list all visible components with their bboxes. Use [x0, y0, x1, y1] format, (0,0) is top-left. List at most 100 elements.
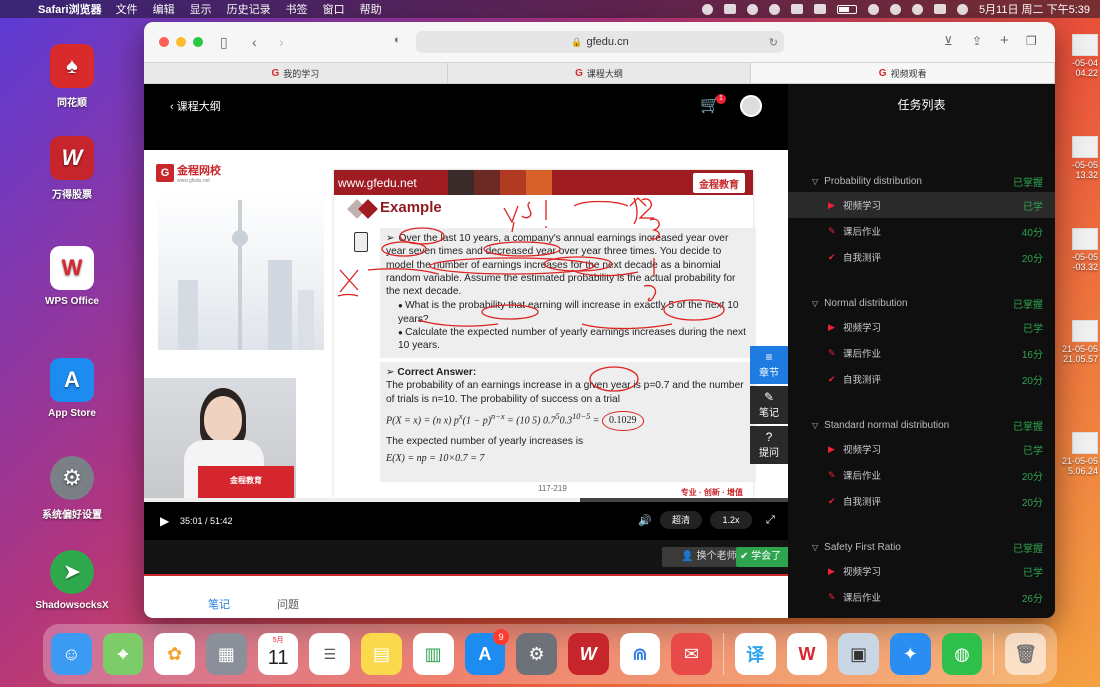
reload-icon[interactable]: ↻	[769, 36, 778, 49]
close-window-button[interactable]	[159, 37, 169, 47]
desktop-screenshot-file[interactable]: 21-05-05 21.05.57	[1050, 320, 1098, 364]
desktop-screenshot-file[interactable]: 21-05-05 5.06.24	[1050, 432, 1098, 476]
task-item[interactable]: ✔自我测评20分	[788, 366, 1055, 392]
notes-button[interactable]: ✎ 笔记	[750, 386, 788, 424]
tab-my-learning[interactable]: G 我的学习	[144, 63, 448, 83]
fullscreen-icon[interactable]: ⤢	[766, 514, 775, 527]
wechat-icon[interactable]: ◍	[941, 633, 983, 675]
desktop-icon-tonghuashun[interactable]: ♠ 同花顺	[26, 44, 118, 109]
share-icon[interactable]: ⇪	[972, 34, 982, 48]
desktop-icon-wind[interactable]: W 万得股票	[26, 136, 118, 201]
ask-question-button[interactable]: ? 提问	[750, 426, 788, 464]
desktop-icon-wps[interactable]: W WPS Office	[26, 246, 118, 307]
desktop-icon-label: 同花顺	[57, 98, 87, 109]
task-item[interactable]: ✎ 课后作业 16分	[788, 340, 1055, 366]
play-status-icon[interactable]	[746, 3, 758, 15]
sidebar-icon[interactable]: ▯	[220, 34, 228, 51]
pencil-icon: ✎	[828, 347, 836, 358]
control-center-icon[interactable]	[933, 4, 946, 14]
desktop-icon-system-preferences[interactable]: ⚙ 系统偏好设置	[26, 456, 118, 521]
task-item[interactable]: ▶ 视频学习 已学	[788, 558, 1055, 584]
menu-clock[interactable]: 5月11日 周二 下午5:39	[979, 1, 1090, 17]
tab-video-watch[interactable]: G 视频观看	[751, 63, 1055, 83]
moon-icon[interactable]	[768, 3, 780, 15]
quality-button[interactable]: 超清	[660, 511, 702, 529]
video-frame[interactable]: G 金程网校 www.gfedu.net 金程教育 www.gfedu.net 金…	[144, 150, 788, 498]
task-section-header[interactable]: ▽ Probability distribution 已掌握	[788, 170, 1055, 192]
menu-history[interactable]: 历史记录	[227, 1, 271, 17]
mail-icon[interactable]: ✉	[671, 633, 712, 675]
menu-window[interactable]: 窗口	[323, 1, 345, 17]
zoom-window-button[interactable]	[193, 37, 203, 47]
task-item[interactable]: ✎ 课后作业 20分	[788, 462, 1055, 488]
menu-view[interactable]: 显示	[190, 1, 212, 17]
back-arrow-icon[interactable]: ‹	[252, 34, 257, 50]
finder-icon[interactable]: ☺	[51, 633, 92, 675]
download-icon[interactable]: ⊻	[944, 34, 953, 48]
task-item[interactable]: ▶ 视频学习 已学	[788, 192, 1055, 218]
desktop-icon-shadowsocks[interactable]: ➤ ShadowsocksX	[26, 550, 118, 611]
forward-arrow-icon[interactable]: ›	[279, 34, 284, 50]
task-item[interactable]: ✎ 课后作业 26分	[788, 584, 1055, 610]
tab-overview-icon[interactable]: ❐	[1026, 34, 1037, 48]
wind-icon[interactable]: W	[567, 633, 609, 675]
maps-icon[interactable]: ⌖	[102, 633, 144, 675]
address-bar[interactable]: 🔒 gfedu.cn ↻	[416, 31, 784, 53]
speed-button[interactable]: 1.2x	[710, 511, 752, 529]
desktop-screenshot-file[interactable]: -05-04 04.22	[1050, 34, 1098, 78]
gear-icon[interactable]: ⚙	[516, 633, 557, 675]
menu-edit[interactable]: 编辑	[153, 1, 175, 17]
wechat-status-icon[interactable]	[701, 3, 713, 15]
learned-button[interactable]: ✔ 学会了	[736, 547, 790, 567]
menu-bookmarks[interactable]: 书签	[286, 1, 308, 17]
new-tab-icon[interactable]: +	[1000, 32, 1009, 49]
task-item[interactable]: ▶ 视频学习 已学	[788, 314, 1055, 340]
menu-app-name[interactable]: Safari浏览器	[38, 1, 102, 17]
wps-icon[interactable]: W	[786, 633, 828, 675]
privacy-shield-icon[interactable]: ◐	[394, 34, 401, 46]
task-section-header[interactable]: ▽ Normal distribution 已掌握	[788, 292, 1055, 314]
preview-icon[interactable]: ▣	[838, 633, 879, 675]
search-icon[interactable]	[911, 3, 923, 15]
desktop-icon-app-store[interactable]: A App Store	[26, 358, 118, 419]
trash-icon[interactable]: 🗑	[1005, 633, 1046, 675]
task-section-header[interactable]: ▽ Safety First Ratio 已掌握	[788, 536, 1055, 558]
tab-questions[interactable]: 问题	[277, 599, 299, 611]
wps-status-icon[interactable]	[723, 4, 736, 14]
task-item[interactable]: ▶ 视频学习 已学	[788, 436, 1055, 462]
siri-icon[interactable]	[956, 3, 968, 15]
tab-course-outline[interactable]: G 课程大纲	[448, 63, 752, 83]
photos-icon[interactable]: ✿	[154, 633, 196, 675]
menu-file[interactable]: 文件	[116, 1, 138, 17]
task-section-header[interactable]: ▽ Standard normal distribution 已掌握	[788, 414, 1055, 436]
task-item[interactable]: ✔自我测评20分	[788, 610, 1055, 619]
volume-icon[interactable]: 🔊	[638, 514, 652, 527]
task-item[interactable]: ✔自我测评20分	[788, 244, 1055, 270]
back-to-outline-link[interactable]: ‹ 课程大纲	[170, 98, 221, 114]
input-method-icon[interactable]	[790, 4, 803, 14]
user-icon[interactable]	[889, 3, 901, 15]
notes-icon[interactable]: ▤	[361, 633, 402, 675]
progress-bar[interactable]	[144, 498, 788, 502]
app-store-icon[interactable]: A9	[464, 629, 510, 675]
safari-icon[interactable]: ✦	[889, 633, 931, 675]
numbers-icon[interactable]: ▥	[412, 633, 454, 675]
task-item[interactable]: ✔自我测评20分	[788, 488, 1055, 514]
translator-icon[interactable]: 译	[734, 633, 776, 675]
play-icon[interactable]: ▶	[160, 514, 169, 528]
avatar[interactable]	[740, 95, 762, 117]
tab-notes[interactable]: 笔记	[208, 599, 230, 611]
menu-help[interactable]: 帮助	[360, 1, 382, 17]
bluetooth-icon[interactable]	[813, 4, 826, 14]
lark-icon[interactable]: ⋒	[619, 633, 661, 675]
reminders-icon[interactable]: ☰	[309, 633, 351, 675]
task-item[interactable]: ✎ 课后作业 40分	[788, 218, 1055, 244]
minimize-window-button[interactable]	[176, 37, 186, 47]
wifi-icon[interactable]	[867, 3, 879, 15]
chapters-button[interactable]: ≡ 章节	[750, 346, 788, 384]
launchpad-icon[interactable]: ▦	[206, 633, 247, 675]
desktop-screenshot-file[interactable]: -05-05 -03.32	[1050, 228, 1098, 272]
desktop-screenshot-file[interactable]: -05-05 13.32	[1050, 136, 1098, 180]
battery-icon[interactable]	[836, 4, 857, 14]
calendar-icon[interactable]: 5月 11	[257, 633, 299, 675]
